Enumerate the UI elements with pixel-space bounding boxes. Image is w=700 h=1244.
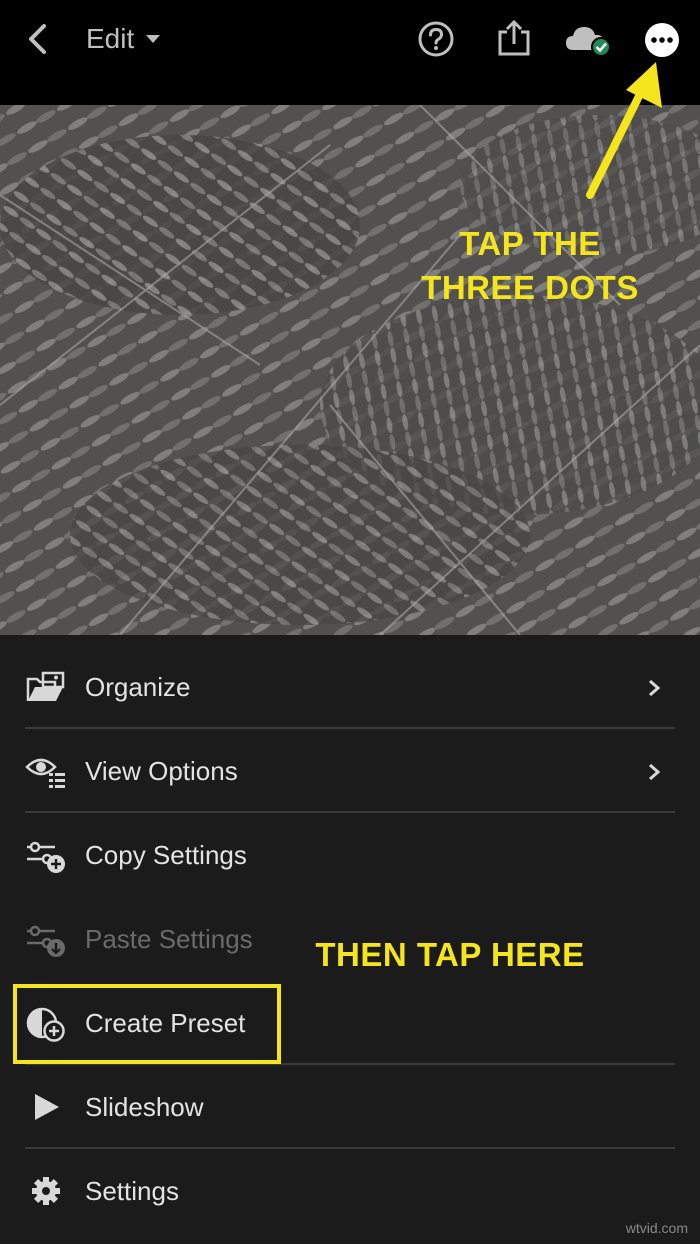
- menu-item-settings[interactable]: Settings: [25, 1149, 675, 1233]
- chevron-right-icon: [649, 679, 661, 697]
- edit-mode-dropdown[interactable]: Edit: [86, 18, 161, 60]
- play-icon: [35, 1094, 59, 1120]
- menu-item-organize[interactable]: Organize: [25, 645, 675, 729]
- paste-settings-icon: [27, 925, 65, 957]
- help-button[interactable]: [417, 20, 455, 58]
- menu-item-copy-settings[interactable]: Copy Settings: [25, 813, 675, 897]
- create-preset-highlight: [13, 984, 281, 1064]
- organize-icon: [26, 671, 65, 701]
- back-chevron-icon: [29, 24, 46, 54]
- mode-label: Edit: [86, 23, 135, 54]
- then-tap-here-annotation: THEN TAP HERE: [315, 936, 585, 973]
- menu-label-view-options: View Options: [85, 756, 238, 786]
- more-options-button[interactable]: [644, 22, 680, 58]
- view-options-icon: [25, 758, 65, 788]
- more-dots-icon: [645, 23, 679, 57]
- menu-label-slideshow: Slideshow: [85, 1092, 204, 1122]
- menu-label-paste-settings: Paste Settings: [85, 924, 253, 954]
- cloud-synced-icon: [566, 27, 611, 57]
- share-button[interactable]: [496, 18, 532, 58]
- copy-settings-icon: [27, 841, 65, 873]
- gear-icon: [32, 1177, 60, 1205]
- menu-label-settings: Settings: [85, 1176, 179, 1206]
- back-button[interactable]: [22, 20, 56, 58]
- share-icon: [498, 19, 530, 56]
- menu-item-slideshow[interactable]: Slideshow: [25, 1065, 675, 1149]
- caret-down-icon: [146, 35, 161, 43]
- tap-three-dots-annotation: TAP THE THREE DOTS: [400, 222, 660, 310]
- help-icon: [418, 21, 454, 57]
- menu-label-copy-settings: Copy Settings: [85, 840, 247, 870]
- annotation-line-2: THREE DOTS: [421, 269, 639, 306]
- menu-item-view-options[interactable]: View Options: [25, 729, 675, 813]
- watermark: wtvid.com: [625, 1220, 688, 1236]
- chevron-right-icon: [649, 763, 661, 781]
- annotation-line-1: TAP THE: [459, 225, 601, 262]
- arrow-annotation: [586, 62, 662, 199]
- menu-label-organize: Organize: [85, 672, 191, 702]
- cloud-sync-button[interactable]: [565, 22, 613, 58]
